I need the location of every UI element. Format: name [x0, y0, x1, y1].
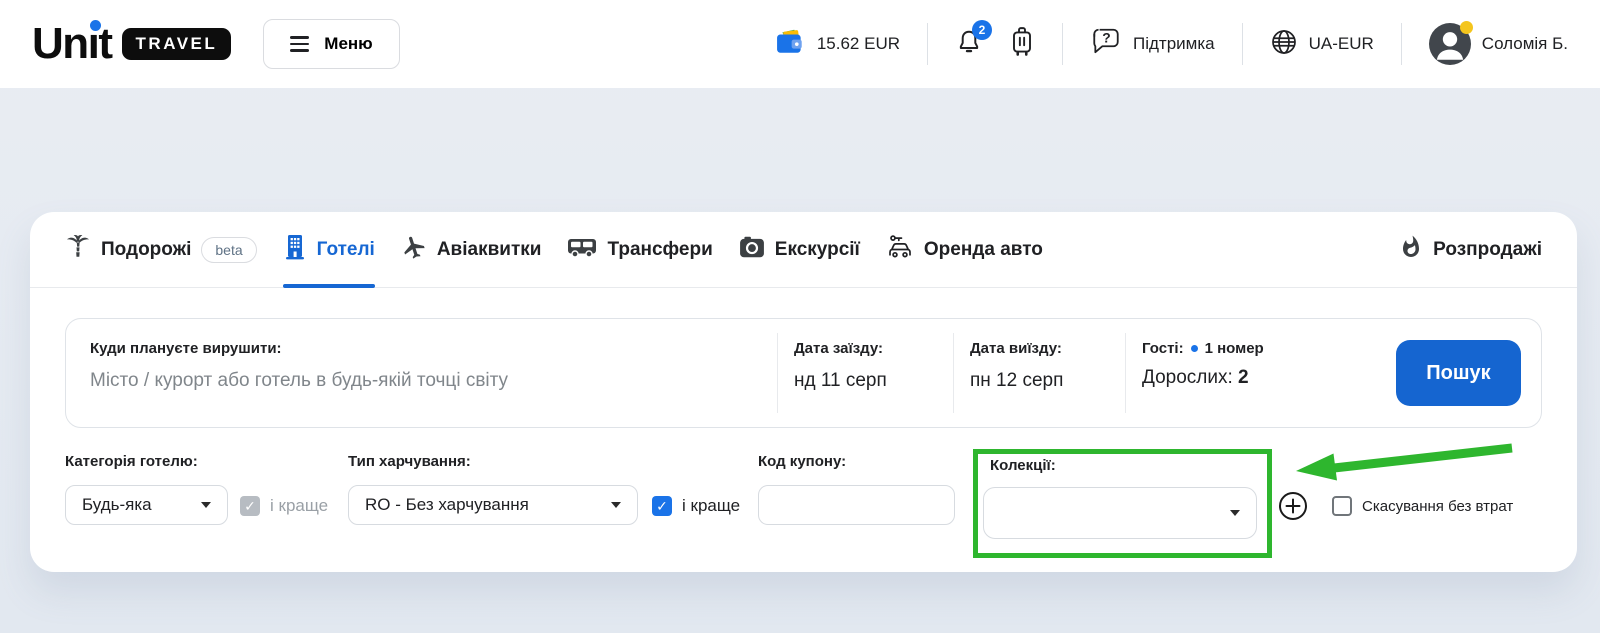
- collections-select[interactable]: [983, 487, 1257, 539]
- meal-type-label: Тип харчування:: [348, 453, 638, 470]
- search-card: Подорожі beta Готелі: [30, 212, 1577, 572]
- tab-label: Екскурсії: [775, 239, 860, 261]
- bell-icon: [955, 44, 983, 61]
- tab-sales[interactable]: Розпродажі: [1399, 212, 1542, 287]
- support-button[interactable]: ? Підтримка: [1090, 27, 1215, 62]
- tab-transfers[interactable]: Трансфери: [567, 212, 712, 287]
- notifications-count-badge: 2: [972, 20, 992, 40]
- checkout-label: Дата виїзду:: [970, 340, 1125, 357]
- tab-flights[interactable]: Авіаквитки: [401, 212, 542, 287]
- tab-label: Розпродажі: [1433, 239, 1542, 261]
- chevron-down-icon: [611, 502, 621, 508]
- tab-label: Авіаквитки: [437, 239, 542, 261]
- collections-highlight-box: Колекції:: [973, 449, 1272, 558]
- coupon-input[interactable]: [758, 485, 955, 525]
- filters-row: Категорія готелю: Будь-яка ✓ і краще Тип…: [65, 446, 1542, 564]
- tab-excursions[interactable]: Екскурсії: [739, 212, 860, 287]
- hamburger-icon: [290, 36, 309, 51]
- menu-button[interactable]: Меню: [263, 19, 399, 69]
- wallet-balance-value: 15.62 EUR: [817, 34, 900, 54]
- tab-label: Трансфери: [607, 239, 712, 261]
- hotel-category-label: Категорія готелю:: [65, 453, 228, 470]
- product-tabs: Подорожі beta Готелі: [30, 212, 1577, 288]
- coupon-group: Код купону:: [758, 453, 955, 525]
- search-button[interactable]: Пошук: [1396, 340, 1521, 406]
- category-better-label: і краще: [270, 496, 328, 516]
- hotel-category-group: Категорія готелю: Будь-яка: [65, 453, 228, 525]
- luggage-button[interactable]: [1009, 26, 1035, 63]
- luggage-icon: [1009, 45, 1035, 62]
- chat-question-icon: ?: [1090, 27, 1122, 62]
- support-label: Підтримка: [1133, 34, 1215, 54]
- chevron-down-icon: [1230, 510, 1240, 516]
- add-filter-button[interactable]: [1277, 490, 1309, 522]
- tab-journeys[interactable]: Подорожі beta: [65, 212, 257, 287]
- checkin-label: Дата заїзду:: [794, 340, 953, 357]
- collections-label: Колекції:: [990, 457, 1267, 474]
- logo-blue-dot-icon: [90, 20, 101, 31]
- logo[interactable]: Unıt TRAVEL: [32, 19, 231, 69]
- bus-icon: [567, 234, 597, 266]
- meal-better-checkbox-row[interactable]: ✓ і краще: [652, 496, 740, 516]
- tab-label: Подорожі: [101, 239, 191, 261]
- guests-section[interactable]: Гості: 1 номер Дорослих: 2: [1126, 319, 1396, 427]
- checkout-section[interactable]: Дата виїзду: пн 12 серп: [954, 319, 1125, 427]
- status-dot-icon: [1460, 21, 1473, 34]
- checkin-value: нд 11 серп: [794, 370, 953, 392]
- category-better-checkbox-row[interactable]: ✓ і краще: [240, 496, 328, 516]
- meal-better-label: і краще: [682, 496, 740, 516]
- globe-icon: [1270, 28, 1298, 61]
- checkin-section[interactable]: Дата заїзду: нд 11 серп: [778, 319, 953, 427]
- beta-badge: beta: [201, 237, 256, 263]
- hotel-building-icon: [283, 234, 307, 266]
- checkbox-checked-icon[interactable]: ✓: [652, 496, 672, 516]
- car-key-icon: [886, 234, 914, 266]
- guests-label: Гості:: [1142, 340, 1184, 357]
- airplane-icon: [401, 234, 427, 266]
- checkbox-checked-disabled-icon[interactable]: ✓: [240, 496, 260, 516]
- user-menu[interactable]: Соломія Б.: [1429, 23, 1568, 65]
- svg-text:?: ?: [1102, 29, 1110, 45]
- destination-input[interactable]: [90, 370, 743, 392]
- logo-wordmark: Unıt: [32, 19, 112, 69]
- palm-tree-icon: [65, 234, 91, 266]
- user-name: Соломія Б.: [1482, 34, 1568, 54]
- header-divider: [1401, 23, 1402, 65]
- hotel-category-value: Будь-яка: [82, 495, 152, 515]
- header: Unıt TRAVEL Меню 15.62 EUR: [0, 0, 1600, 88]
- bullet-dot-icon: [1191, 345, 1198, 352]
- menu-label: Меню: [324, 34, 372, 54]
- header-divider: [1242, 23, 1243, 65]
- free-cancellation-label: Скасування без втрат: [1362, 498, 1513, 515]
- tab-label: Оренда авто: [924, 239, 1043, 261]
- destination-section[interactable]: Куди плануєте вирушити:: [66, 319, 777, 427]
- checkbox-unchecked-icon[interactable]: [1332, 496, 1352, 516]
- free-cancellation-checkbox-row[interactable]: Скасування без втрат: [1332, 496, 1513, 516]
- wallet-icon: [776, 28, 806, 61]
- guests-rooms-value: 1 номер: [1205, 340, 1264, 357]
- locale-label: UA-EUR: [1309, 34, 1374, 54]
- meal-type-select[interactable]: RO - Без харчування: [348, 485, 638, 525]
- header-divider: [927, 23, 928, 65]
- locale-selector[interactable]: UA-EUR: [1270, 28, 1374, 61]
- notifications-button[interactable]: 2: [955, 27, 983, 62]
- header-divider: [1062, 23, 1063, 65]
- flame-icon: [1399, 235, 1423, 265]
- coupon-label: Код купону:: [758, 453, 955, 470]
- meal-type-group: Тип харчування: RO - Без харчування: [348, 453, 638, 525]
- destination-label: Куди плануєте вирушити:: [90, 340, 777, 357]
- adults-label: Дорослих:: [1142, 367, 1233, 388]
- wallet-balance[interactable]: 15.62 EUR: [776, 28, 900, 61]
- search-bar: Куди плануєте вирушити: Дата заїзду: нд …: [65, 318, 1542, 428]
- meal-type-value: RO - Без харчування: [365, 495, 529, 515]
- hotel-category-select[interactable]: Будь-яка: [65, 485, 228, 525]
- adults-value: 2: [1238, 367, 1249, 388]
- chevron-down-icon: [201, 502, 211, 508]
- tab-hotels[interactable]: Готелі: [283, 212, 375, 287]
- tab-car-rental[interactable]: Оренда авто: [886, 212, 1043, 287]
- camera-icon: [739, 235, 765, 265]
- tab-label: Готелі: [317, 239, 375, 261]
- checkout-value: пн 12 серп: [970, 370, 1125, 392]
- logo-travel-badge: TRAVEL: [122, 28, 232, 60]
